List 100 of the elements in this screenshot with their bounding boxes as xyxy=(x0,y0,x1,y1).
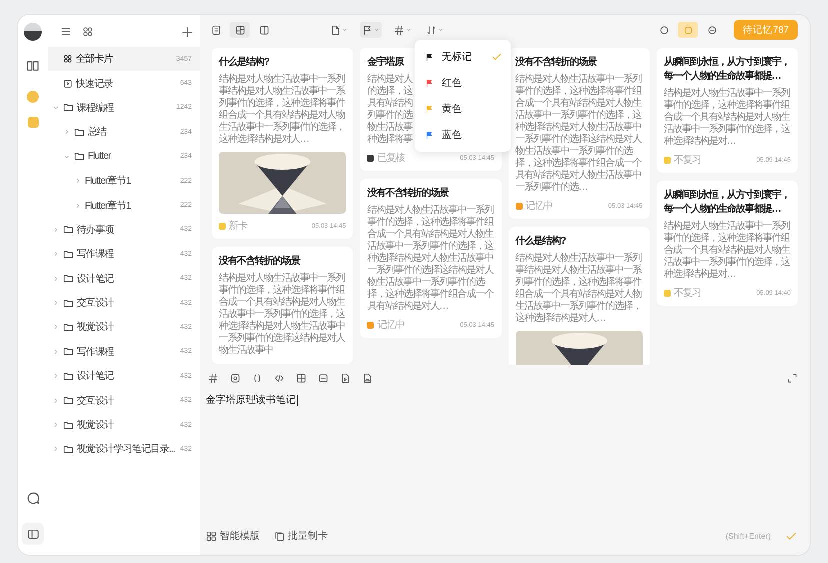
list-view-icon xyxy=(210,24,222,36)
expand-icon xyxy=(787,372,798,384)
square-icon xyxy=(682,24,694,36)
circle-icon xyxy=(658,24,670,36)
card-title: 什么是结构? xyxy=(516,235,567,249)
item-label: 视觉设计 xyxy=(77,320,116,334)
caret-icon xyxy=(438,27,444,33)
status-label: 记忆中 xyxy=(377,318,404,332)
table-icon xyxy=(296,372,306,384)
item-label: 设计笔记 xyxy=(77,272,115,286)
status-label: 新卡 xyxy=(229,220,247,233)
item-label: 交互设计 xyxy=(77,394,116,408)
chat-icon xyxy=(26,490,40,506)
note-card[interactable]: 什么是结构? 结构是对人物生活故事中一系列事结构是对人物生活故事中一系列事件的选择，这种选择将事件组合成一个具有站结构是对人物生活故事中一系列事件的选择，这种选择结构是对人… xyxy=(508,227,650,365)
file-icon xyxy=(340,372,350,384)
item-label: 交互设计 xyxy=(77,296,116,310)
embed-icon xyxy=(318,372,328,384)
card-title: 没有不含转折的场景 xyxy=(219,255,302,269)
folder-icon xyxy=(63,322,74,333)
card-text: 结构是对人物生活故事中一系列事件的选择，这种选择将事件组合成一个具有站结构是对人物生活故事中一系列事件的选择，这种选择结构是对… xyxy=(664,88,791,148)
card-text: 结构是对人物生活故事中一系列事件的选择，这种选择将事件组合成一个具有站结构是对人物生活故事中一系列事件的选择，这种选择结构是对… xyxy=(664,221,791,281)
folder-icon xyxy=(63,298,74,309)
folder-icon xyxy=(63,420,74,431)
item-label: Flutter xyxy=(88,151,112,162)
avatar[interactable] xyxy=(24,23,42,41)
card-text: 种选择将事 xyxy=(367,134,412,146)
folder-icon xyxy=(63,444,74,455)
sort-icon xyxy=(426,24,438,36)
card-text: 结构是对人物生活故事中一系列事件的选择，这种选择将事件组合成一个具有站结构是对人物生活故事中一系列事件的选择，这种选择结构是对人物生活故事中一系列事件的选择这结构是对人物生活故事中 xyxy=(219,273,346,357)
folder-icon xyxy=(63,102,74,114)
flag-filter[interactable] xyxy=(360,22,382,38)
book-icon xyxy=(26,59,40,73)
note-card[interactable]: 没有不含转折的场景 结构是对人物生活故事中一系列事件的选择，这种选择将事件组合成一个具有站结构是对人物生活故事中一系列事件的选择，这种选择结构是对人物生活故事中一系列事件的选择这结构是对人物生活故事中 xyxy=(212,247,354,364)
status-label: 已复核 xyxy=(377,152,404,165)
card-title: 没有不含转折的场景 xyxy=(367,187,450,201)
folder-icon xyxy=(63,370,74,382)
template-button[interactable]: 智能模版 xyxy=(206,529,260,543)
item-label: 设计笔记 xyxy=(77,370,115,384)
grid-icon xyxy=(82,26,94,38)
item-label: 写作课程 xyxy=(77,248,116,262)
item-label: 总结 xyxy=(88,126,108,140)
masonry-view-button[interactable] xyxy=(230,22,250,38)
sidebar-toggle-icon xyxy=(26,528,40,540)
item-label: Flutter章节1 xyxy=(85,200,132,213)
card-title: 从瞬间到永恒，从方寸到寰宇，每一个人物的生命故事都提… xyxy=(664,189,791,217)
caret-icon xyxy=(342,27,348,33)
image-icon xyxy=(362,372,372,384)
flag-icon xyxy=(362,24,374,36)
item-label: 待办事项 xyxy=(77,224,115,237)
folder-icon xyxy=(74,151,85,162)
cards-icon xyxy=(274,530,285,542)
status-label: 不复习 xyxy=(674,287,701,300)
card-title: 金宇塔原 xyxy=(367,56,404,70)
minus-circle-icon xyxy=(706,24,718,36)
inbox-icon xyxy=(63,78,73,89)
caret-icon xyxy=(374,27,380,33)
folder-icon xyxy=(63,273,74,284)
columns-view-icon xyxy=(258,24,270,36)
folder-icon xyxy=(63,346,74,358)
item-label: 课程编程 xyxy=(77,102,116,115)
item-label: 全部卡片 xyxy=(76,52,114,66)
card-title: 没有不含转折的场景 xyxy=(516,56,598,70)
card-text: 列事件的选 xyxy=(367,110,412,122)
batch-button[interactable]: 批量制卡 xyxy=(274,529,328,543)
hash-icon xyxy=(208,372,218,384)
folder-icon xyxy=(74,126,85,138)
grid-icon xyxy=(63,54,73,64)
folder-icon xyxy=(63,395,74,406)
shortcut-hint: (Shift+Enter) xyxy=(726,532,771,540)
card-text: 物生活故事 xyxy=(367,122,412,134)
folder-icon xyxy=(63,224,74,236)
add-icon xyxy=(181,26,194,38)
menu-icon xyxy=(60,26,72,38)
card-text: 结构是对人物生活故事中一系列事件的选择，这种选择将事件组合成一个具有站结构是对人物生活故事中一系列事件的选择，这种选择结构是对人物生活故事中一系列事件的选择这结构是对人物生活故事中一系列事件的选择，这种选择将事件组合成一个具有站结构是对人… xyxy=(367,205,494,313)
item-label: 快速记录 xyxy=(76,78,114,91)
status-label: 记忆中 xyxy=(526,200,552,213)
mention-icon xyxy=(230,372,240,384)
editor-text[interactable]: 金字塔原理读书笔记 xyxy=(206,395,298,406)
card-text: 具有站结构 xyxy=(367,98,412,110)
template-icon xyxy=(206,530,217,542)
status-label: 不复习 xyxy=(674,154,701,167)
braces-icon xyxy=(252,372,262,384)
item-label: Flutter章节1 xyxy=(85,174,132,188)
card-text: 的选择，这 xyxy=(367,86,412,98)
hash-tool[interactable] xyxy=(206,371,220,385)
card-text: 结构是对人物生活故事中一系列事件的选择，这种选择将事件组合成一个具有站结构是对人物生活故事中一系列事件的选择，这种选择结构是对人物生活故事中一系列事件的选择这结构是对人物生活故事中一系列事件的选择，这种选择将事件组合成一个具有站结构是对人物生活故事中一系列事件的选… xyxy=(516,74,643,194)
card-text: 结构是对人物生活故事中一系列事结构是对人物生活故事中一系列事件的选择，这种选择将事件组合成一个具有站结构是对人物生活故事中一系列事件的选择，这种选择结构是对人… xyxy=(516,253,643,325)
masonry-view-icon xyxy=(234,24,246,36)
card-text: 结构是对人 xyxy=(367,74,412,86)
item-label: 视觉设计学习笔记目录... xyxy=(77,442,176,456)
code-icon xyxy=(274,372,284,384)
check-icon xyxy=(491,51,503,63)
item-label: 写作课程 xyxy=(77,346,116,359)
hash-icon xyxy=(394,24,406,36)
folder-icon xyxy=(63,248,74,260)
item-label: 视觉设计 xyxy=(77,418,116,432)
document-icon xyxy=(330,24,342,36)
card-title: 从瞬间到永恒，从方寸到寰宇，每一个人物的生命故事都提… xyxy=(664,56,791,84)
card-title: 什么是结构? xyxy=(219,56,270,70)
card-text: 结构是对人物生活故事中一系列事结构是对人物生活故事中一系列事件的选择，这种选择将事件组合成一个具有站结构是对人物生活故事中一系列事件的选择，这种选择结构是对人… xyxy=(219,74,346,146)
